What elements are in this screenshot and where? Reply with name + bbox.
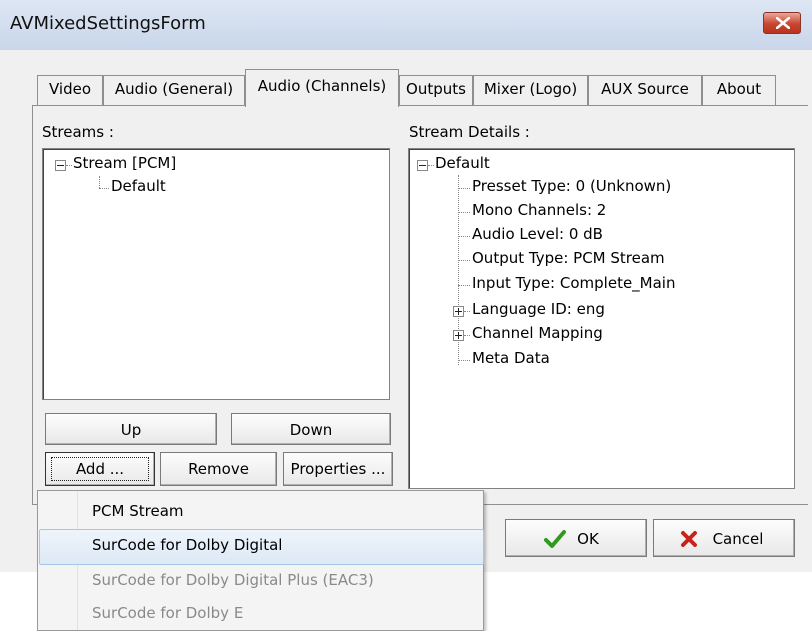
detail-audio-level[interactable]: Audio Level: 0 dB bbox=[472, 225, 603, 243]
menu-item-surcode-dolby-digital-plus[interactable]: SurCode for Dolby Digital Plus (EAC3) bbox=[39, 564, 482, 598]
detail-language-id[interactable]: Language ID: eng bbox=[472, 300, 605, 318]
add-button-label: Add ... bbox=[75, 460, 125, 478]
cancel-button-label: Cancel bbox=[712, 530, 764, 548]
stream-details-tree[interactable]: Default Presset Type: 0 (Unknown) Mono C… bbox=[408, 148, 795, 489]
tab-video[interactable]: Video bbox=[37, 75, 103, 105]
menu-item-surcode-dolby-e[interactable]: SurCode for Dolby E bbox=[39, 597, 482, 631]
menu-item-label: SurCode for Dolby E bbox=[92, 604, 244, 622]
down-button-label: Down bbox=[289, 421, 333, 439]
detail-input-type[interactable]: Input Type: Complete_Main bbox=[472, 274, 675, 292]
menu-item-surcode-dolby-digital[interactable]: SurCode for Dolby Digital bbox=[39, 529, 484, 565]
checkmark-icon bbox=[544, 530, 566, 548]
ok-button-label: OK bbox=[577, 530, 599, 548]
collapse-icon[interactable] bbox=[417, 160, 428, 171]
remove-button-label: Remove bbox=[188, 460, 249, 478]
collapse-icon[interactable] bbox=[55, 160, 66, 171]
menu-item-label: SurCode for Dolby Digital Plus (EAC3) bbox=[92, 571, 374, 589]
tab-label: Mixer (Logo) bbox=[483, 80, 578, 98]
ok-button[interactable]: OK bbox=[505, 519, 647, 557]
tab-outputs[interactable]: Outputs bbox=[399, 75, 473, 105]
menu-item-label: SurCode for Dolby Digital bbox=[92, 536, 283, 554]
tab-mixer-logo[interactable]: Mixer (Logo) bbox=[473, 75, 588, 105]
tab-label: Outputs bbox=[406, 80, 466, 98]
cancel-x-icon bbox=[681, 531, 697, 547]
expand-icon[interactable] bbox=[453, 330, 464, 341]
tree-item-default[interactable]: Default bbox=[111, 177, 166, 195]
tab-label: Video bbox=[48, 80, 92, 98]
up-button[interactable]: Up bbox=[45, 413, 217, 445]
tab-about[interactable]: About bbox=[702, 75, 776, 105]
tab-label: Audio (Channels) bbox=[257, 77, 387, 95]
menu-item-label: PCM Stream bbox=[92, 502, 184, 520]
streams-label: Streams : bbox=[42, 123, 114, 141]
detail-preset-type[interactable]: Presset Type: 0 (Unknown) bbox=[472, 177, 671, 195]
tab-audio-channels[interactable]: Audio (Channels) bbox=[245, 69, 399, 107]
tab-label: About bbox=[716, 80, 762, 98]
tree-item-stream-pcm[interactable]: Stream [PCM] bbox=[73, 154, 176, 172]
properties-button[interactable]: Properties ... bbox=[283, 452, 393, 486]
add-dropdown-menu: PCM Stream SurCode for Dolby Digital Sur… bbox=[37, 490, 484, 631]
up-button-label: Up bbox=[120, 421, 142, 439]
tab-audio-general[interactable]: Audio (General) bbox=[103, 75, 245, 105]
title-bar: AVMixedSettingsForm bbox=[0, 0, 812, 50]
remove-button[interactable]: Remove bbox=[160, 452, 277, 486]
detail-output-type[interactable]: Output Type: PCM Stream bbox=[472, 249, 665, 267]
properties-button-label: Properties ... bbox=[290, 460, 386, 478]
down-button[interactable]: Down bbox=[231, 413, 391, 445]
window-title: AVMixedSettingsForm bbox=[10, 13, 206, 34]
cancel-button[interactable]: Cancel bbox=[653, 519, 795, 557]
tab-aux-source[interactable]: AUX Source bbox=[588, 75, 702, 105]
tab-label: Audio (General) bbox=[114, 80, 234, 98]
stream-details-label: Stream Details : bbox=[409, 123, 530, 141]
add-button[interactable]: Add ... bbox=[45, 452, 155, 486]
menu-item-pcm-stream[interactable]: PCM Stream bbox=[39, 495, 482, 529]
tab-label: AUX Source bbox=[601, 80, 689, 98]
close-icon bbox=[776, 17, 790, 29]
streams-tree[interactable]: Stream [PCM] Default bbox=[42, 148, 390, 400]
detail-meta-data[interactable]: Meta Data bbox=[472, 349, 550, 367]
close-button[interactable] bbox=[763, 12, 801, 34]
expand-icon[interactable] bbox=[453, 306, 464, 317]
detail-channel-mapping[interactable]: Channel Mapping bbox=[472, 324, 603, 342]
detail-mono-channels[interactable]: Mono Channels: 2 bbox=[472, 201, 606, 219]
tree-item-default-root[interactable]: Default bbox=[435, 154, 490, 172]
window: AVMixedSettingsForm Video Audio (General… bbox=[0, 0, 812, 572]
